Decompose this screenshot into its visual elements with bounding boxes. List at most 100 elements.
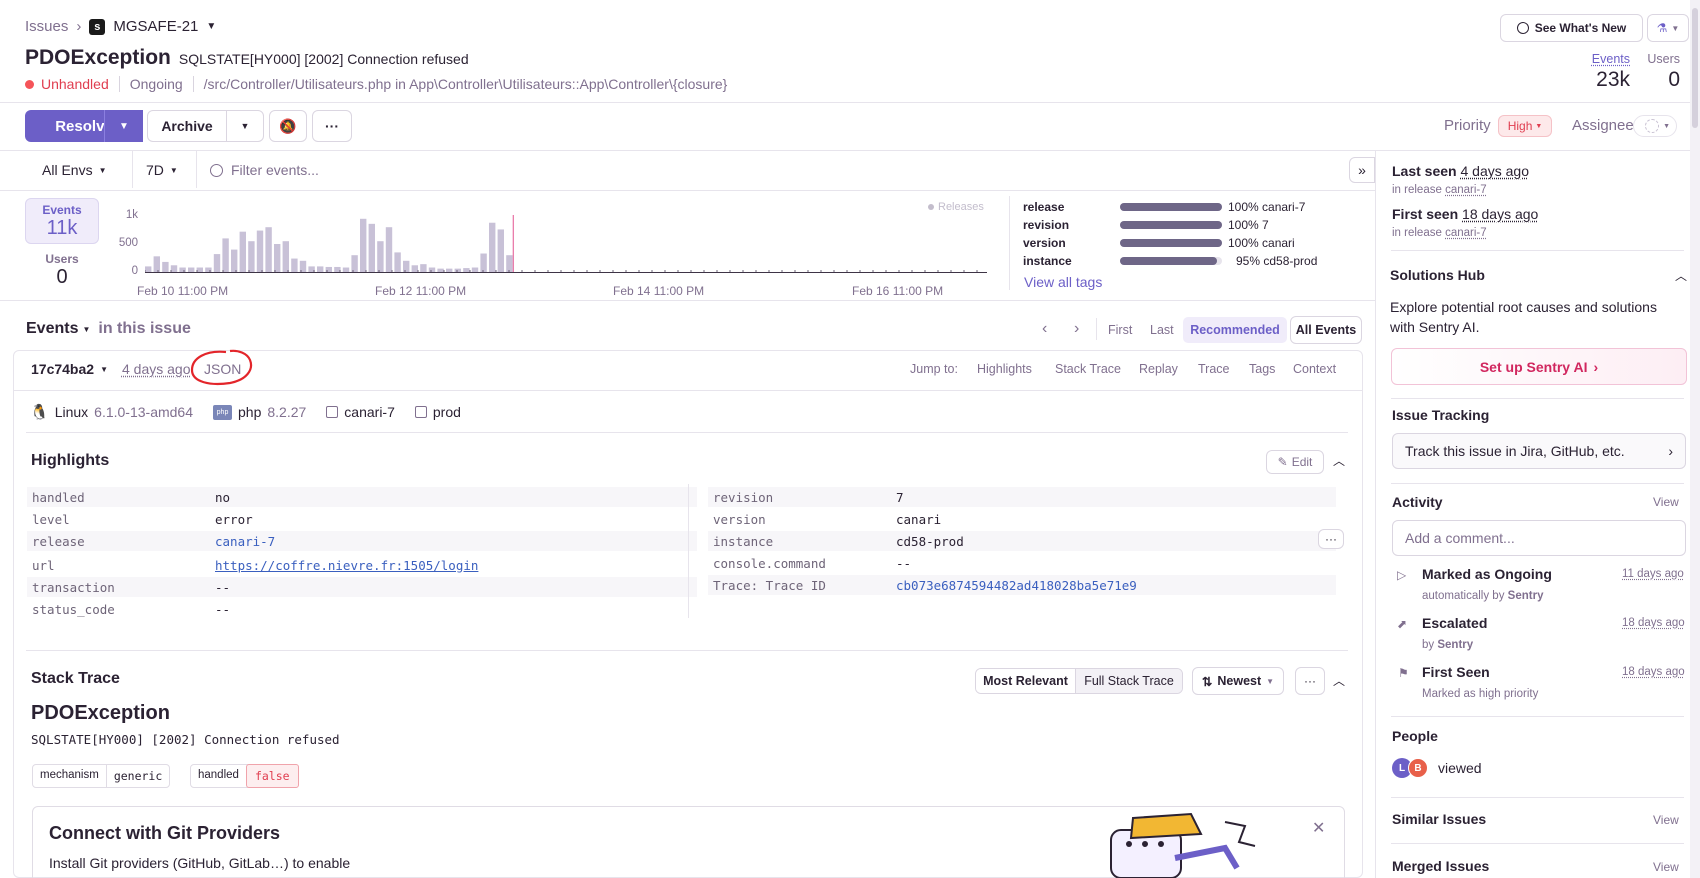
tag-key[interactable]: instance	[1023, 253, 1072, 269]
merged-view-link[interactable]: View	[1653, 860, 1679, 874]
archive-button[interactable]: Archive	[147, 110, 227, 142]
users-count[interactable]: Users 0	[1640, 52, 1680, 92]
merged-issues-title[interactable]: Merged Issues	[1392, 858, 1489, 874]
chart-bar[interactable]	[145, 266, 151, 272]
chart-bar[interactable]	[412, 265, 418, 272]
chart-bar[interactable]	[489, 223, 495, 272]
solutions-hub-title[interactable]: Solutions Hub	[1390, 267, 1485, 283]
jump-trace[interactable]: Trace	[1198, 362, 1230, 376]
chevron-up-icon[interactable]: ︿	[1333, 452, 1345, 469]
tag-bar[interactable]	[1120, 239, 1222, 247]
setup-sentry-ai-button[interactable]: Set up Sentry AI ›	[1391, 348, 1687, 385]
chart-bar[interactable]	[437, 269, 443, 272]
most-relevant-button[interactable]: Most Relevant	[976, 669, 1076, 693]
archive-dropdown[interactable]: ▼	[226, 110, 264, 142]
tag-key[interactable]: release	[1023, 199, 1064, 215]
chart-bar[interactable]	[506, 255, 512, 272]
similar-issues-title[interactable]: Similar Issues	[1392, 811, 1486, 827]
view-all-tags-link[interactable]: View all tags	[1024, 274, 1102, 290]
resolve-dropdown[interactable]: ▼	[104, 110, 143, 142]
assignee-selector[interactable]: ▼	[1633, 115, 1677, 137]
similar-view-link[interactable]: View	[1653, 813, 1679, 827]
comment-input[interactable]: Add a comment...	[1392, 520, 1686, 556]
chart-bar[interactable]	[162, 262, 168, 272]
whats-new-button[interactable]: See What's New	[1500, 14, 1643, 42]
chart-bar[interactable]	[274, 244, 280, 272]
tag-key[interactable]: version	[1023, 235, 1066, 251]
chart-bar[interactable]	[369, 224, 375, 272]
scrollbar-track[interactable]	[1690, 0, 1700, 878]
users-graph-toggle[interactable]: Users 0	[25, 252, 99, 289]
chevron-up-icon[interactable]: ︿	[1333, 672, 1345, 689]
chart-bar[interactable]	[248, 241, 254, 272]
chart-bar[interactable]	[351, 255, 357, 272]
chart-bar[interactable]	[240, 232, 246, 272]
chart-bar[interactable]	[498, 229, 504, 272]
priority-dropdown[interactable]: High ▼	[1498, 115, 1552, 137]
chart-bar[interactable]	[257, 231, 263, 272]
highlight-value[interactable]: canari-7	[215, 534, 275, 549]
jump-replay[interactable]: Replay	[1139, 362, 1178, 376]
event-search-input[interactable]: Filter events...	[210, 158, 1340, 182]
chart-bar[interactable]	[377, 241, 383, 272]
chart-bar[interactable]	[265, 227, 271, 272]
more-actions-button[interactable]: ···	[312, 110, 352, 142]
chart-bar[interactable]	[214, 254, 220, 272]
scrollbar-thumb[interactable]	[1692, 8, 1698, 128]
chart-bar[interactable]	[179, 268, 185, 272]
track-issue-button[interactable]: Track this issue in Jira, GitHub, etc. ›	[1392, 433, 1686, 469]
jump-highlights[interactable]: Highlights	[977, 362, 1032, 376]
jump-tags[interactable]: Tags	[1249, 362, 1275, 376]
chart-bar[interactable]	[360, 219, 366, 272]
highlight-value[interactable]: cb073e6874594482ad418028ba5e71e9	[896, 578, 1137, 593]
chart-bar[interactable]	[171, 265, 177, 272]
jump-stack-trace[interactable]: Stack Trace	[1055, 362, 1121, 376]
chart-bar[interactable]	[283, 241, 289, 272]
activity-view-link[interactable]: View	[1653, 495, 1679, 509]
stack-options-button[interactable]: ···	[1295, 667, 1325, 695]
chevron-up-icon[interactable]: ︿	[1675, 267, 1687, 284]
chart-bar[interactable]	[403, 261, 409, 272]
mute-button[interactable]: 🔕	[269, 110, 307, 142]
events-graph-toggle[interactable]: Events 11k	[25, 198, 99, 244]
chart-bar[interactable]	[154, 256, 160, 272]
sort-order-button[interactable]: ⇅ Newest ▼	[1192, 667, 1284, 695]
env-filter[interactable]: All Envs ▼	[42, 162, 107, 178]
all-events-button[interactable]: All Events	[1290, 316, 1362, 344]
chart-bar[interactable]	[463, 268, 469, 272]
close-icon[interactable]: ✕	[1312, 818, 1325, 838]
chart-bar[interactable]	[455, 269, 461, 272]
chart-bar[interactable]	[343, 268, 349, 272]
tag-bar[interactable]	[1120, 257, 1217, 265]
chart-bar[interactable]	[386, 227, 392, 272]
events-count[interactable]: Events 23k	[1588, 52, 1630, 92]
chart-bar[interactable]	[446, 269, 452, 272]
chart-bar[interactable]	[188, 268, 194, 272]
feature-flag-menu[interactable]: ⚗ ▼	[1647, 14, 1689, 42]
chart-bar[interactable]	[480, 254, 486, 272]
instance-actions-button[interactable]: ···	[1318, 529, 1344, 549]
chart-bar[interactable]	[420, 264, 426, 272]
recommended-event-button[interactable]: Recommended	[1183, 317, 1287, 343]
tag-key[interactable]: revision	[1023, 217, 1069, 233]
chart-bar[interactable]	[394, 252, 400, 272]
avatar[interactable]: B	[1408, 758, 1428, 778]
period-filter[interactable]: 7D ▼	[146, 162, 178, 178]
prev-event-icon[interactable]: ‹	[1042, 320, 1047, 338]
events-section-title[interactable]: Events	[26, 320, 78, 338]
chart-bar[interactable]	[291, 259, 297, 272]
breadcrumb-issues[interactable]: Issues	[25, 18, 68, 35]
first-event-link[interactable]: First	[1108, 323, 1132, 337]
collapse-sidebar-button[interactable]: »	[1349, 157, 1375, 183]
chart-bar[interactable]	[472, 268, 478, 272]
chart-bar[interactable]	[231, 250, 237, 272]
tag-bar[interactable]	[1120, 203, 1222, 211]
tag-bar[interactable]	[1120, 221, 1222, 229]
highlight-value[interactable]: https://coffre.nievre.fr:1505/login	[215, 558, 478, 573]
chart-bar[interactable]	[197, 268, 203, 272]
chart-bar[interactable]	[222, 238, 228, 272]
last-release-link[interactable]: canari-7	[1445, 184, 1487, 196]
first-release-link[interactable]: canari-7	[1445, 227, 1487, 239]
last-event-link[interactable]: Last	[1150, 323, 1174, 337]
chart-bar[interactable]	[317, 266, 323, 272]
